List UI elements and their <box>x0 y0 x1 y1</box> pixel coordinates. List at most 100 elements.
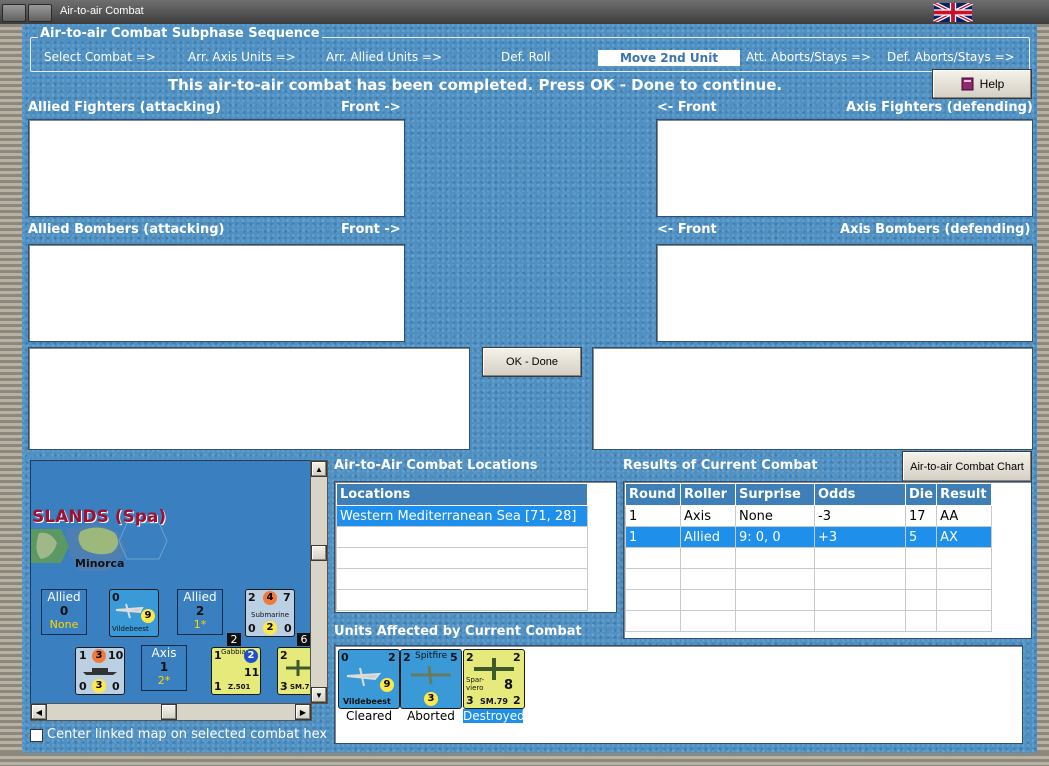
combat-chart-button[interactable]: Air-to-air Combat Chart <box>902 451 1032 482</box>
counter-name: SM.79 <box>480 697 508 706</box>
results-title: Results of Current Combat <box>623 458 818 473</box>
cell: 5 <box>904 526 938 548</box>
affected-unit-sm79[interactable]: 2 2 Spar-viero 8 3 SM.79 2 <box>463 649 525 709</box>
center-linked-map-checkbox[interactable] <box>30 729 43 742</box>
affected-unit-spitfire[interactable]: 2 Spitfire 5 3 <box>400 649 462 709</box>
help-button[interactable]: Help <box>932 69 1032 99</box>
counter-stat: 0 <box>341 651 349 664</box>
col-odds: Odds <box>814 483 906 506</box>
affected-status-destroyed: Destroyed <box>463 709 525 723</box>
unit-note: 2* <box>157 674 171 687</box>
front-label-axis-bombers: <- Front <box>657 222 717 237</box>
unit-note: None <box>49 618 79 631</box>
cell: 1 <box>625 526 681 548</box>
scroll-thumb[interactable] <box>311 545 327 561</box>
affected-unit-vildebeest[interactable]: 0 2 9 Vildebeest <box>338 649 400 709</box>
counter-dot: 4 <box>263 591 277 605</box>
allied-fighters-label: Allied Fighters (attacking) <box>28 100 221 115</box>
front-label-axis-fighters: <- Front <box>657 100 717 115</box>
minimize-button[interactable] <box>28 4 52 22</box>
counter-dot: 2 <box>263 621 277 635</box>
phase-def-aborts: Def. Aborts/Stays => <box>887 50 1015 64</box>
z501-counter[interactable]: 1 Gabbiano 2 11 1 Z.501 <box>211 647 261 695</box>
counter-stat: 2 <box>403 651 411 664</box>
axis-info-box <box>592 347 1033 450</box>
phase-sequence-title: Air-to-air Combat Subphase Sequence <box>38 26 322 41</box>
phase-arr-axis-units: Arr. Axis Units => <box>188 50 296 64</box>
col-die: Die <box>904 483 938 506</box>
counter-stat: 8 <box>504 678 514 693</box>
location-row[interactable]: Western Mediterranean Sea [71, 28] <box>336 505 588 527</box>
side-label: Allied <box>47 590 81 604</box>
allied-bombers-label: Allied Bombers (attacking) <box>28 222 225 237</box>
scroll-left-button[interactable]: ◀ <box>31 704 47 720</box>
axis-air-summary[interactable]: Axis 1 2* <box>141 645 187 691</box>
front-label-allied-fighters: Front -> <box>341 100 401 115</box>
counter-stat: 7 <box>283 591 291 604</box>
unit-note: 1* <box>193 618 207 631</box>
submarine-counter[interactable]: 2 4 7 Submarine 0 2 0 <box>245 589 295 637</box>
cell: 9: 0, 0 <box>735 526 815 548</box>
phase-arr-allied-units: Arr. Allied Units => <box>326 50 443 64</box>
phase-att-aborts: Att. Aborts/Stays => <box>746 50 872 64</box>
plane-icon <box>286 660 311 676</box>
vildebeest-counter[interactable]: 0 9 Vildebeest <box>109 589 159 637</box>
cell: AX <box>936 526 993 548</box>
cell: 17 <box>904 505 938 527</box>
location-cell: Western Mediterranean Sea [71, 28] <box>336 505 588 527</box>
result-row[interactable]: 1 Axis None -3 17 AA <box>625 505 993 527</box>
locations-list[interactable]: Locations Western Mediterranean Sea [71,… <box>334 481 617 613</box>
col-round: Round <box>625 483 681 506</box>
scroll-thumb[interactable] <box>161 704 177 720</box>
unit-count: 1 <box>159 660 169 674</box>
scroll-right-button[interactable]: ▶ <box>295 704 311 720</box>
allied-air-summary-2[interactable]: Allied 2 1* <box>177 589 223 635</box>
counter-stat: 1 <box>214 680 222 693</box>
book-icon <box>961 77 974 91</box>
axis-fighters-box[interactable] <box>656 119 1033 217</box>
plane-icon <box>411 665 451 685</box>
counter-stat: 11 <box>244 666 260 679</box>
counter-stat: 2 <box>513 694 521 707</box>
ship-counter[interactable]: 1 3 10 0 3 0 <box>75 647 125 695</box>
allied-air-summary-1[interactable]: Allied 0 None <box>41 589 87 635</box>
uk-flag-icon <box>933 3 973 22</box>
cell: None <box>735 505 815 527</box>
counter-dot: 9 <box>380 678 394 692</box>
axis-bombers-box[interactable] <box>656 244 1033 342</box>
right-frame <box>1037 24 1049 766</box>
window-title: Air-to-air Combat <box>60 5 144 17</box>
cell: Axis <box>680 505 736 527</box>
counter-stat: 0 <box>79 680 87 693</box>
allied-bombers-box[interactable] <box>28 244 405 342</box>
result-row[interactable]: 1 Allied 9: 0, 0 +3 5 AX <box>625 526 993 548</box>
scroll-up-button[interactable]: ▲ <box>311 461 327 477</box>
axis-bombers-label: Axis Bombers (defending) <box>840 222 1031 237</box>
map-vertical-scrollbar[interactable]: ▲ ▼ <box>310 460 328 704</box>
counter-stat: 5 <box>450 651 458 664</box>
counter-stat: 1 <box>79 649 87 662</box>
counter-name: Vildebeest <box>343 697 391 706</box>
ok-done-button[interactable]: OK - Done <box>482 347 582 377</box>
plane-icon <box>346 667 381 687</box>
help-label: Help <box>979 77 1005 91</box>
axis-fighters-label: Axis Fighters (defending) <box>846 100 1033 115</box>
map-horizontal-scrollbar[interactable]: ◀ ▶ <box>30 703 312 721</box>
allied-fighters-box[interactable] <box>28 119 405 217</box>
col-result: Result <box>936 483 993 506</box>
counter-dot: 2 <box>244 649 258 663</box>
allied-info-box <box>28 347 470 450</box>
plane-icon <box>115 603 144 619</box>
scroll-down-button[interactable]: ▼ <box>311 687 327 703</box>
linked-map[interactable]: SLANDS (Spa) Minorca Allied 0 None 0 9 V… <box>30 460 312 704</box>
unit-count: 2 <box>195 604 205 618</box>
counter-dot: 3 <box>92 679 106 693</box>
side-label: Axis <box>151 646 177 660</box>
sm79-counter[interactable]: 2 3 SM.79 <box>277 647 311 695</box>
window-menu-button[interactable] <box>2 4 26 22</box>
cell: AA <box>936 505 993 527</box>
locations-header: Locations <box>336 483 588 506</box>
counter-stat: 2 <box>388 651 396 664</box>
phase-def-roll: Def. Roll <box>501 50 551 64</box>
counter-name: Vildebeest <box>112 625 149 633</box>
